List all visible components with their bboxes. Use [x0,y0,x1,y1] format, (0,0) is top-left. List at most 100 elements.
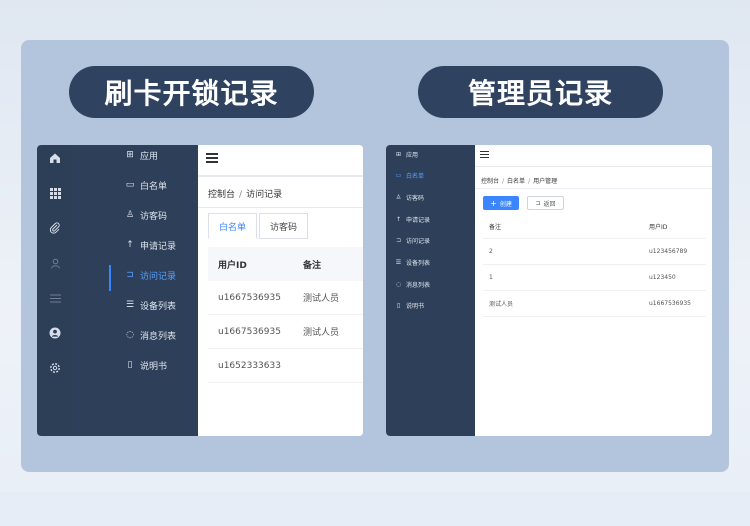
sidebar-item-apply-records[interactable]: ↑ 申请记录 [386,212,475,226]
sidebar-item-device-list[interactable]: ☰ 设备列表 [386,255,475,269]
tab-visitor-code[interactable]: 访客码 [259,213,309,239]
grid-icon: ⊞ [395,150,402,158]
cell-user-id: u1667536935 [218,326,281,337]
sidebar-item-manual[interactable]: ▯ 说明书 [73,355,198,375]
cell-user-id: u123456789 [649,248,688,255]
sidebar-item-label: 访客码 [406,194,425,202]
cell-note: 测试人员 [303,294,340,304]
settings-icon[interactable] [48,361,62,375]
menu-fold-icon[interactable] [480,151,489,159]
arrow-up-icon: ↑ [395,215,402,223]
sidebar-item-label: 说明书 [140,361,168,372]
sidebar-item-label: 消息列表 [406,281,431,289]
card-unlock-screen: ⊞ 应用 ▭ 白名单 ♙ 访客码 ↑ 申请记录 ⊐ 访问记录 ☰ 设备列表 ◌ … [37,145,363,436]
paperclip-icon[interactable] [48,221,62,235]
sidebar-item-label: 白名单 [406,172,425,180]
table-row[interactable]: u1667536935 测试人员 [208,315,363,349]
user-icon[interactable] [48,256,62,270]
sidebar-item-message-list[interactable]: ◌ 消息列表 [386,277,475,291]
tab-whitelist[interactable]: 白名单 [208,213,258,239]
table-row[interactable]: 1 u123450 [483,265,706,291]
menu-fold-icon[interactable] [206,153,218,163]
admin-records-screen: ⊞ 应用 ▭ 白名单 ♙ 访客码 ↑ 申请记录 ⊐ 访问记录 ☰ 设备列表 ◌ … [386,145,712,436]
breadcrumb-current: 用户管理 [533,178,558,185]
sidebar-item-manual[interactable]: ▯ 说明书 [386,298,475,312]
cell-user-id: u1667536935 [649,300,691,307]
sidebar-item-label: 访问记录 [406,237,431,245]
sidebar: ⊞ 应用 ▭ 白名单 ♙ 访客码 ↑ 申请记录 ⊐ 访问记录 ☰ 设备列表 ◌ … [73,145,198,436]
cell-note: 测试人员 [489,301,514,308]
sidebar-item-whitelist[interactable]: ▭ 白名单 [73,175,198,195]
admin-table: 备注 用户ID 2 u123456789 1 u123450 测试人员 u166… [483,215,706,317]
sidebar-item-visitor-code[interactable]: ♙ 访客码 [73,205,198,225]
table-row[interactable]: 测试人员 u1667536935 [483,291,706,317]
card-icon: ▭ [395,171,402,179]
chat-icon: ◌ [395,280,402,288]
sidebar: ⊞ 应用 ▭ 白名单 ♙ 访客码 ↑ 申请记录 ⊐ 访问记录 ☰ 设备列表 ◌ … [386,145,475,436]
title-pill-admin: 管理员记录 [418,66,663,118]
chat-icon: ◌ [126,330,134,340]
book-icon: ▯ [396,301,401,309]
grid-icon: ⊞ [126,150,134,160]
breadcrumb-mid[interactable]: 白名单 [507,178,525,185]
sidebar-item-access-records[interactable]: ⊐ 访问记录 [386,233,475,247]
arrow-up-icon: ↑ [126,240,134,250]
breadcrumb-separator: / [502,178,505,185]
back-icon: ⊐ [535,199,541,207]
back-button-label: 返回 [543,200,556,208]
table-row[interactable]: 2 u123456789 [483,239,706,265]
sidebar-item-whitelist[interactable]: ▭ 白名单 [386,168,475,182]
table-row[interactable]: u1652333633 [208,349,363,383]
list-icon[interactable] [48,291,62,305]
back-button[interactable]: ⊐ 返回 [527,196,564,210]
breadcrumb-separator: / [528,178,531,185]
breadcrumb-current: 访问记录 [246,190,283,200]
user-icon: ♙ [395,193,402,201]
table-row[interactable]: u1667536935 测试人员 [208,281,363,315]
main-content: 控制台 / 访问记录 白名单 访客码 用户ID 备注 u1667536935 测试人… [198,145,363,436]
sidebar-item-label: 消息列表 [140,331,177,342]
sidebar-item-label: 说明书 [406,302,425,310]
sidebar-item-label: 白名单 [140,181,168,192]
sidebar-item-access-records[interactable]: ⊐ 访问记录 [73,265,198,291]
sidebar-item-label: 设备列表 [140,301,177,312]
divider [475,188,712,189]
home-icon[interactable] [48,151,62,165]
plus-icon: + [490,198,497,208]
sidebar-item-apps[interactable]: ⊞ 应用 [386,147,475,161]
account-icon[interactable] [48,326,62,340]
create-button-label: 创建 [499,200,512,208]
header-user-id: 用户ID [649,224,668,231]
header-user-id: 用户ID [218,260,247,271]
sidebar-item-label: 申请记录 [406,216,431,224]
header-note: 备注 [489,224,502,231]
header-note: 备注 [303,260,322,271]
sidebar-item-label: 应用 [140,151,159,162]
cell-note: 2 [489,248,493,255]
sidebar-item-apply-records[interactable]: ↑ 申请记录 [73,235,198,255]
breadcrumb-root[interactable]: 控制台 [208,190,235,200]
create-button[interactable]: + 创建 [483,196,519,210]
table-header: 备注 用户ID [483,215,706,239]
list-icon: ☰ [395,258,402,266]
user-icon: ♙ [125,210,135,220]
sidebar-item-label: 应用 [406,151,419,159]
sidebar-item-label: 申请记录 [140,241,177,252]
grid-icon[interactable] [48,186,62,200]
top-bar [198,145,363,177]
top-bar [475,145,712,167]
breadcrumb-root[interactable]: 控制台 [481,178,499,185]
login-icon: ⊐ [126,270,134,280]
background-stripe [0,492,750,526]
sidebar-item-device-list[interactable]: ☰ 设备列表 [73,295,198,315]
cell-user-id: u1652333633 [218,360,281,371]
sidebar-item-label: 访客码 [140,211,168,222]
cell-note: 测试人员 [303,328,340,338]
sidebar-item-visitor-code[interactable]: ♙ 访客码 [386,190,475,204]
main-content: 控制台 / 白名单 / 用户管理 + 创建 ⊐ 返回 备注 用户ID 2 u123456… [475,145,712,436]
sidebar-item-message-list[interactable]: ◌ 消息列表 [73,325,198,345]
sidebar-item-label: 设备列表 [406,259,431,267]
records-table: 用户ID 备注 u1667536935 测试人员 u1667536935 测试人… [208,247,363,383]
tabs: 白名单 访客码 [208,213,309,239]
sidebar-item-apps[interactable]: ⊞ 应用 [73,145,198,165]
